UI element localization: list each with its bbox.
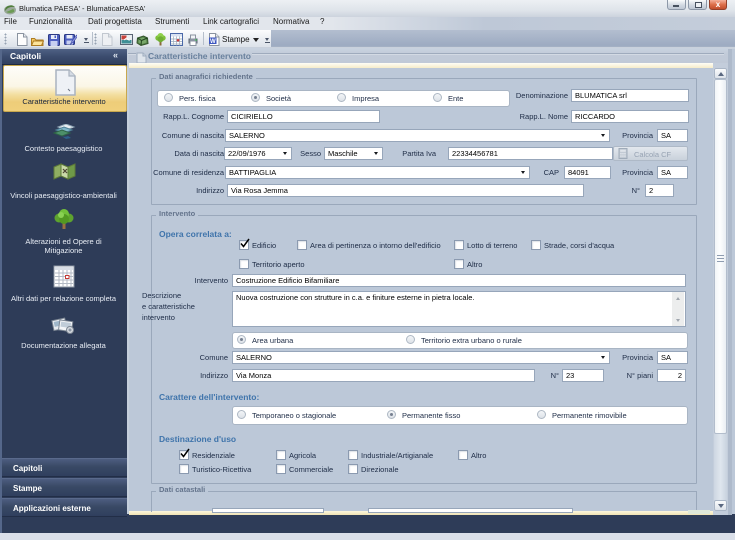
svg-text:W: W (210, 39, 216, 45)
